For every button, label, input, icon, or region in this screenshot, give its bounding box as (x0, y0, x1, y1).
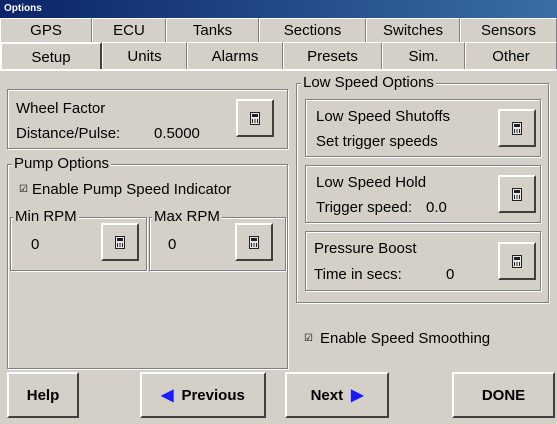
low-speed-shutoffs-title: Low Speed Shutoffs (316, 108, 450, 125)
tab-presets[interactable]: Presets (283, 42, 382, 69)
tab-row-2: Setup Units Alarms Presets Sim. Other (0, 42, 557, 69)
low-speed-shutoffs-sub: Set trigger speeds (316, 133, 438, 150)
tab-other[interactable]: Other (465, 42, 557, 69)
pump-options-label: Pump Options (12, 155, 112, 173)
tab-ecu[interactable]: ECU (92, 18, 166, 42)
pressure-boost-title: Pressure Boost (314, 240, 417, 257)
tab-gps[interactable]: GPS (0, 18, 92, 42)
previous-label: Previous (181, 386, 245, 404)
low-speed-options-label: Low Speed Options (301, 74, 436, 92)
max-rpm-calculator-button[interactable] (235, 223, 273, 261)
setup-panel: Wheel Factor Distance/Pulse: 0.5000 Pump… (0, 69, 557, 369)
low-speed-shutoffs-group: Low Speed Shutoffs Set trigger speeds (305, 99, 541, 157)
low-speed-hold-group: Low Speed Hold Trigger speed: 0.0 (305, 165, 541, 223)
low-speed-options-group: Low Speed Options Low Speed Shutoffs Set… (296, 74, 549, 303)
boost-time-value: 0 (446, 266, 455, 283)
tab-sections[interactable]: Sections (259, 18, 366, 42)
previous-button[interactable]: ◀ Previous (140, 372, 266, 418)
min-rpm-value: 0 (31, 236, 40, 253)
max-rpm-value: 0 (168, 236, 177, 253)
window-title: Options (0, 0, 557, 18)
calculator-icon (512, 121, 522, 135)
calculator-icon (249, 235, 259, 249)
calculator-icon (250, 111, 260, 125)
next-button[interactable]: Next ▶ (285, 372, 389, 418)
trigger-speed-value: 0.0 (426, 199, 447, 216)
arrow-right-icon: ▶ (351, 387, 364, 404)
max-rpm-label: Max RPM (152, 208, 222, 226)
tab-alarms[interactable]: Alarms (187, 42, 283, 69)
max-rpm-group: Max RPM 0 (149, 208, 286, 271)
wheel-factor-calculator-button[interactable] (236, 99, 274, 137)
distance-pulse-value: 0.5000 (154, 125, 200, 142)
arrow-left-icon: ◀ (161, 387, 174, 404)
tab-sim[interactable]: Sim. (382, 42, 465, 69)
low-speed-shutoffs-calculator-button[interactable] (498, 109, 536, 147)
next-label: Next (310, 386, 344, 404)
wheel-factor-title: Wheel Factor (16, 100, 106, 117)
wheel-factor-group: Wheel Factor Distance/Pulse: 0.5000 (7, 89, 288, 149)
done-button[interactable]: DONE (452, 372, 555, 418)
pump-speed-checkbox[interactable]: ☑ (18, 185, 29, 196)
low-speed-hold-calculator-button[interactable] (498, 175, 536, 213)
tab-setup[interactable]: Setup (0, 42, 102, 69)
distance-pulse-label: Distance/Pulse: (16, 125, 121, 142)
pump-speed-label[interactable]: Enable Pump Speed Indicator (32, 181, 231, 198)
help-label: Help (26, 386, 60, 404)
tab-tanks[interactable]: Tanks (166, 18, 259, 42)
bottom-button-bar: Help ◀ Previous Next ▶ DONE (0, 369, 557, 424)
min-rpm-label: Min RPM (13, 208, 79, 226)
trigger-speed-label: Trigger speed: (316, 199, 413, 216)
calculator-icon (512, 254, 522, 268)
speed-smoothing-checkbox[interactable]: ☑ (303, 334, 314, 345)
tab-switches[interactable]: Switches (366, 18, 460, 42)
min-rpm-calculator-button[interactable] (101, 223, 139, 261)
calculator-icon (115, 235, 125, 249)
help-button[interactable]: Help (7, 372, 79, 418)
tab-units[interactable]: Units (102, 42, 187, 69)
tab-sensors[interactable]: Sensors (460, 18, 557, 42)
low-speed-hold-title: Low Speed Hold (316, 174, 427, 191)
calculator-icon (512, 187, 522, 201)
pressure-boost-calculator-button[interactable] (498, 242, 536, 280)
boost-time-label: Time in secs: (314, 266, 402, 283)
min-rpm-group: Min RPM 0 (10, 208, 147, 271)
pressure-boost-group: Pressure Boost Time in secs: 0 (305, 231, 541, 291)
tab-row-1: GPS ECU Tanks Sections Switches Sensors (0, 18, 557, 42)
done-label: DONE (481, 386, 526, 404)
pump-options-group: Pump Options ☑ Enable Pump Speed Indicat… (7, 155, 288, 369)
speed-smoothing-label[interactable]: Enable Speed Smoothing (320, 330, 490, 347)
